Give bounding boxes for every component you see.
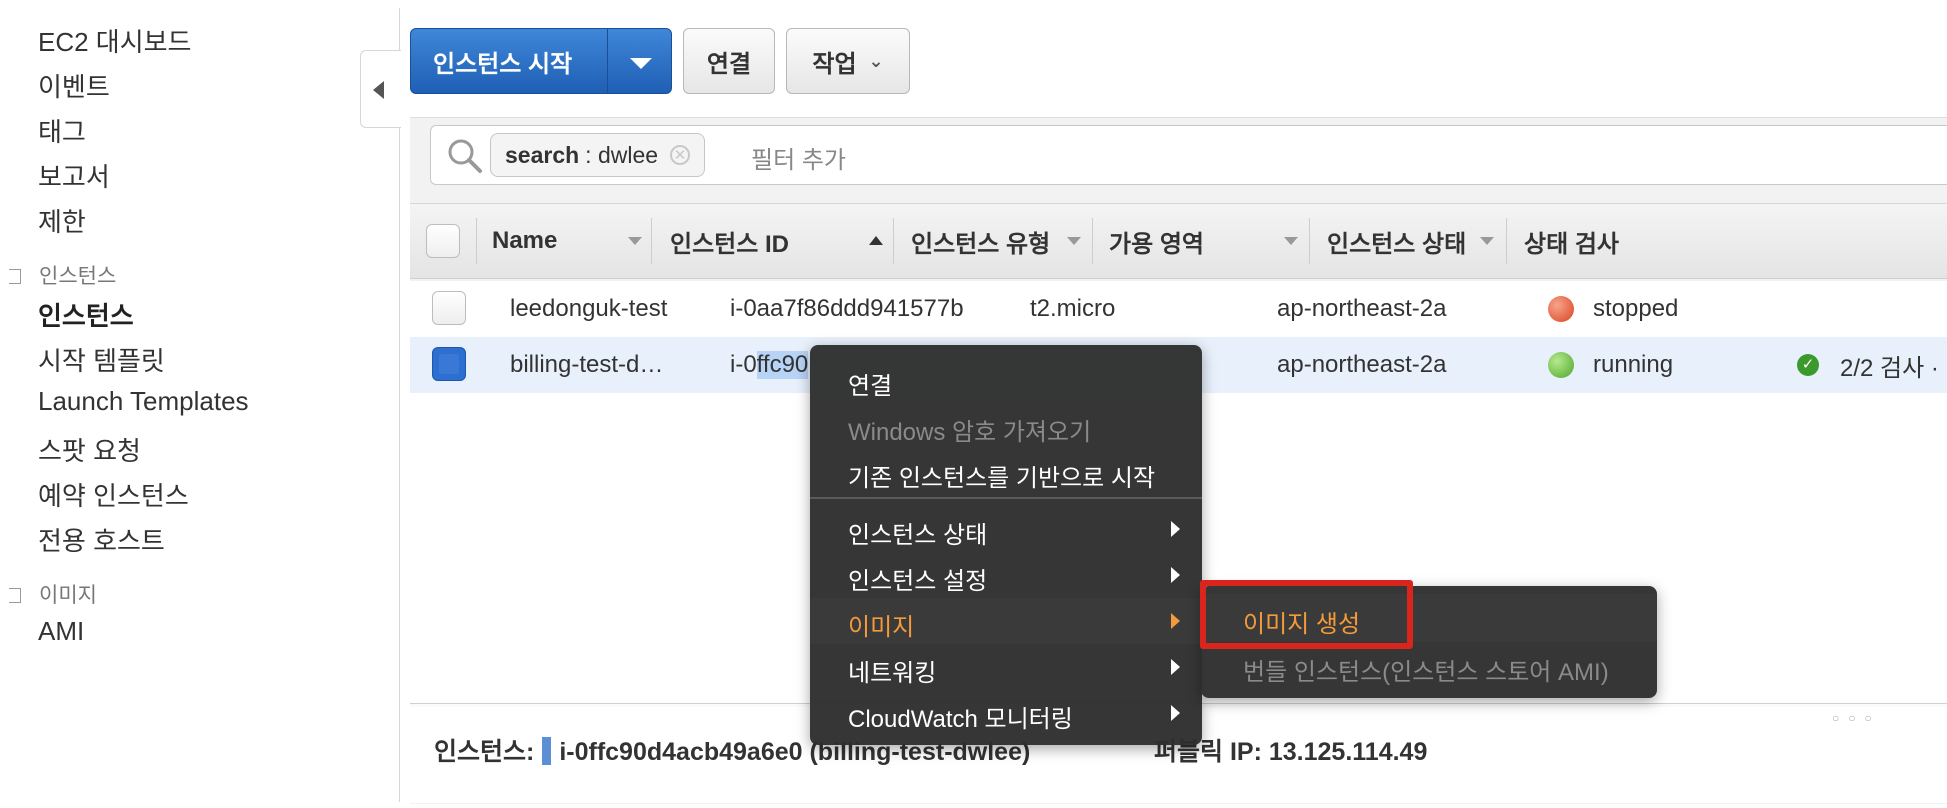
instance-id-highlight: ffc90 <box>756 351 809 379</box>
sidebar-item-tags[interactable]: 태그 <box>38 112 86 149</box>
menu-item-launch-more-like-this[interactable]: 기존 인스턴스를 기반으로 시작 <box>810 449 1202 495</box>
cell-name: billing-test-d… <box>510 351 664 378</box>
sidebar: EC2 대시보드 이벤트 태그 보고서 제한 인스턴스 인스턴스 시작 템플릿 … <box>9 8 400 802</box>
submenu-arrow-icon <box>1171 659 1180 675</box>
filter-key: search <box>505 141 580 168</box>
menu-item-cloudwatch-monitoring[interactable]: CloudWatch 모니터링 <box>810 690 1202 736</box>
table-row[interactable]: leedonguk-test i-0aa7f86ddd941577b t2.mi… <box>410 281 1947 338</box>
search-filter-chip[interactable]: search : dwlee ✕ <box>490 133 706 177</box>
column-header-name[interactable]: Name <box>492 204 557 278</box>
checks-passed-icon: ✓ <box>1797 354 1819 376</box>
remove-filter-icon[interactable]: ✕ <box>670 145 691 165</box>
button-divider <box>607 29 608 93</box>
cell-name: leedonguk-test <box>510 295 668 322</box>
menu-item-instance-settings[interactable]: 인스턴스 설정 <box>810 552 1202 598</box>
sort-icon[interactable] <box>1480 237 1494 245</box>
table-header: Name 인스턴스 ID 인스턴스 유형 가용 영역 인스턴스 상태 상태 검사 <box>410 203 1947 279</box>
select-all-checkbox[interactable] <box>426 224 460 258</box>
menu-item-get-windows-password: Windows 암호 가져오기 <box>848 419 1092 446</box>
cell-instance-id: i-0aa7f86ddd941577b <box>730 295 964 322</box>
sidebar-item-launch-templates[interactable]: Launch Templates <box>38 386 249 417</box>
sidebar-item-launch-templates-ko[interactable]: 시작 템플릿 <box>38 341 165 378</box>
chevron-left-icon <box>373 81 384 99</box>
menu-item-networking[interactable]: 네트워킹 <box>810 644 1202 690</box>
submenu-arrow-icon <box>1171 567 1180 583</box>
launch-instance-button[interactable]: 인스턴스 시작 <box>410 28 672 94</box>
running-status-icon <box>1548 352 1574 378</box>
launch-instance-label: 인스턴스 시작 <box>433 50 573 78</box>
column-header-availability-zone[interactable]: 가용 영역 <box>1109 204 1204 278</box>
search-filter-bar[interactable]: search : dwlee ✕ 필터 추가 <box>430 125 1947 185</box>
sidebar-item-instances[interactable]: 인스턴스 <box>38 296 134 333</box>
add-filter-placeholder[interactable]: 필터 추가 <box>751 140 846 175</box>
submenu-arrow-icon <box>1171 613 1180 629</box>
sort-ascending-icon[interactable] <box>869 236 883 245</box>
instance-marker <box>542 737 552 765</box>
filter-value: : dwlee <box>585 141 659 168</box>
sidebar-section-label: 인스턴스 <box>39 265 117 288</box>
submenu-arrow-icon <box>1171 521 1180 537</box>
collapse-sidebar-button[interactable] <box>360 50 401 128</box>
caret-down-icon[interactable] <box>630 58 652 69</box>
collapse-section-icon <box>9 588 21 603</box>
context-menu: 연결 Windows 암호 가져오기 기존 인스턴스를 기반으로 시작 인스턴스… <box>810 345 1202 745</box>
cell-status-checks: 2/2 검사 · <box>1840 354 1939 382</box>
chevron-down-icon: ⌄ <box>868 50 884 71</box>
cell-availability-zone: ap-northeast-2a <box>1277 351 1447 378</box>
connect-button[interactable]: 연결 <box>683 28 775 94</box>
column-header-instance-state[interactable]: 인스턴스 상태 <box>1327 204 1466 278</box>
column-header-status-checks[interactable]: 상태 검사 <box>1524 204 1619 278</box>
sidebar-item-reports[interactable]: 보고서 <box>38 157 110 194</box>
submenu-arrow-icon <box>1171 705 1180 721</box>
sort-icon[interactable] <box>628 237 642 245</box>
sidebar-item-reserved-instances[interactable]: 예약 인스턴스 <box>38 476 189 513</box>
public-ip-value: 13.125.114.49 <box>1268 738 1428 766</box>
column-header-instance-type[interactable]: 인스턴스 유형 <box>911 204 1050 278</box>
sidebar-section-instances[interactable]: 인스턴스 <box>9 260 116 290</box>
cell-availability-zone: ap-northeast-2a <box>1277 295 1447 322</box>
sidebar-item-ami[interactable]: AMI <box>38 616 84 647</box>
cell-instance-state: running <box>1593 351 1674 378</box>
menu-item-image[interactable]: 이미지 <box>810 598 1202 644</box>
menu-item-connect[interactable]: 연결 <box>810 357 1202 403</box>
menu-item-bundle-instance: 번들 인스턴스(인스턴스 스토어 AMI) <box>1243 659 1609 686</box>
sort-icon[interactable] <box>1067 237 1081 245</box>
stopped-status-icon <box>1548 296 1574 322</box>
cell-instance-state: stopped <box>1593 295 1679 322</box>
menu-item-instance-state[interactable]: 인스턴스 상태 <box>810 506 1202 552</box>
collapse-section-icon <box>9 269 21 284</box>
sidebar-section-label: 이미지 <box>39 584 97 607</box>
sidebar-item-spot-requests[interactable]: 스팟 요청 <box>38 431 141 468</box>
search-icon <box>448 139 482 173</box>
sidebar-section-images[interactable]: 이미지 <box>9 579 97 609</box>
sidebar-item-ec2-dashboard[interactable]: EC2 대시보드 <box>38 22 191 59</box>
row-checkbox[interactable] <box>432 291 466 325</box>
menu-divider <box>810 497 1202 499</box>
sort-icon[interactable] <box>1284 237 1298 245</box>
row-checkbox-checked[interactable] <box>432 347 466 381</box>
cell-instance-type: t2.micro <box>1030 295 1116 322</box>
details-label: 인스턴스: <box>434 738 535 766</box>
sidebar-item-events[interactable]: 이벤트 <box>38 67 110 104</box>
actions-button[interactable]: 작업 ⌄ <box>786 28 910 94</box>
sidebar-item-dedicated-hosts[interactable]: 전용 호스트 <box>38 521 165 558</box>
resize-grip-icon[interactable]: ○○○ <box>1832 711 1881 725</box>
actions-label: 작업 <box>812 50 857 78</box>
sidebar-item-limits[interactable]: 제한 <box>38 202 86 239</box>
cell-instance-id: i-0 ffc90 <box>730 337 809 393</box>
highlight-callout-box <box>1200 580 1413 649</box>
instance-id-prefix: i-0 <box>730 351 757 378</box>
column-header-instance-id[interactable]: 인스턴스 ID <box>670 204 789 278</box>
